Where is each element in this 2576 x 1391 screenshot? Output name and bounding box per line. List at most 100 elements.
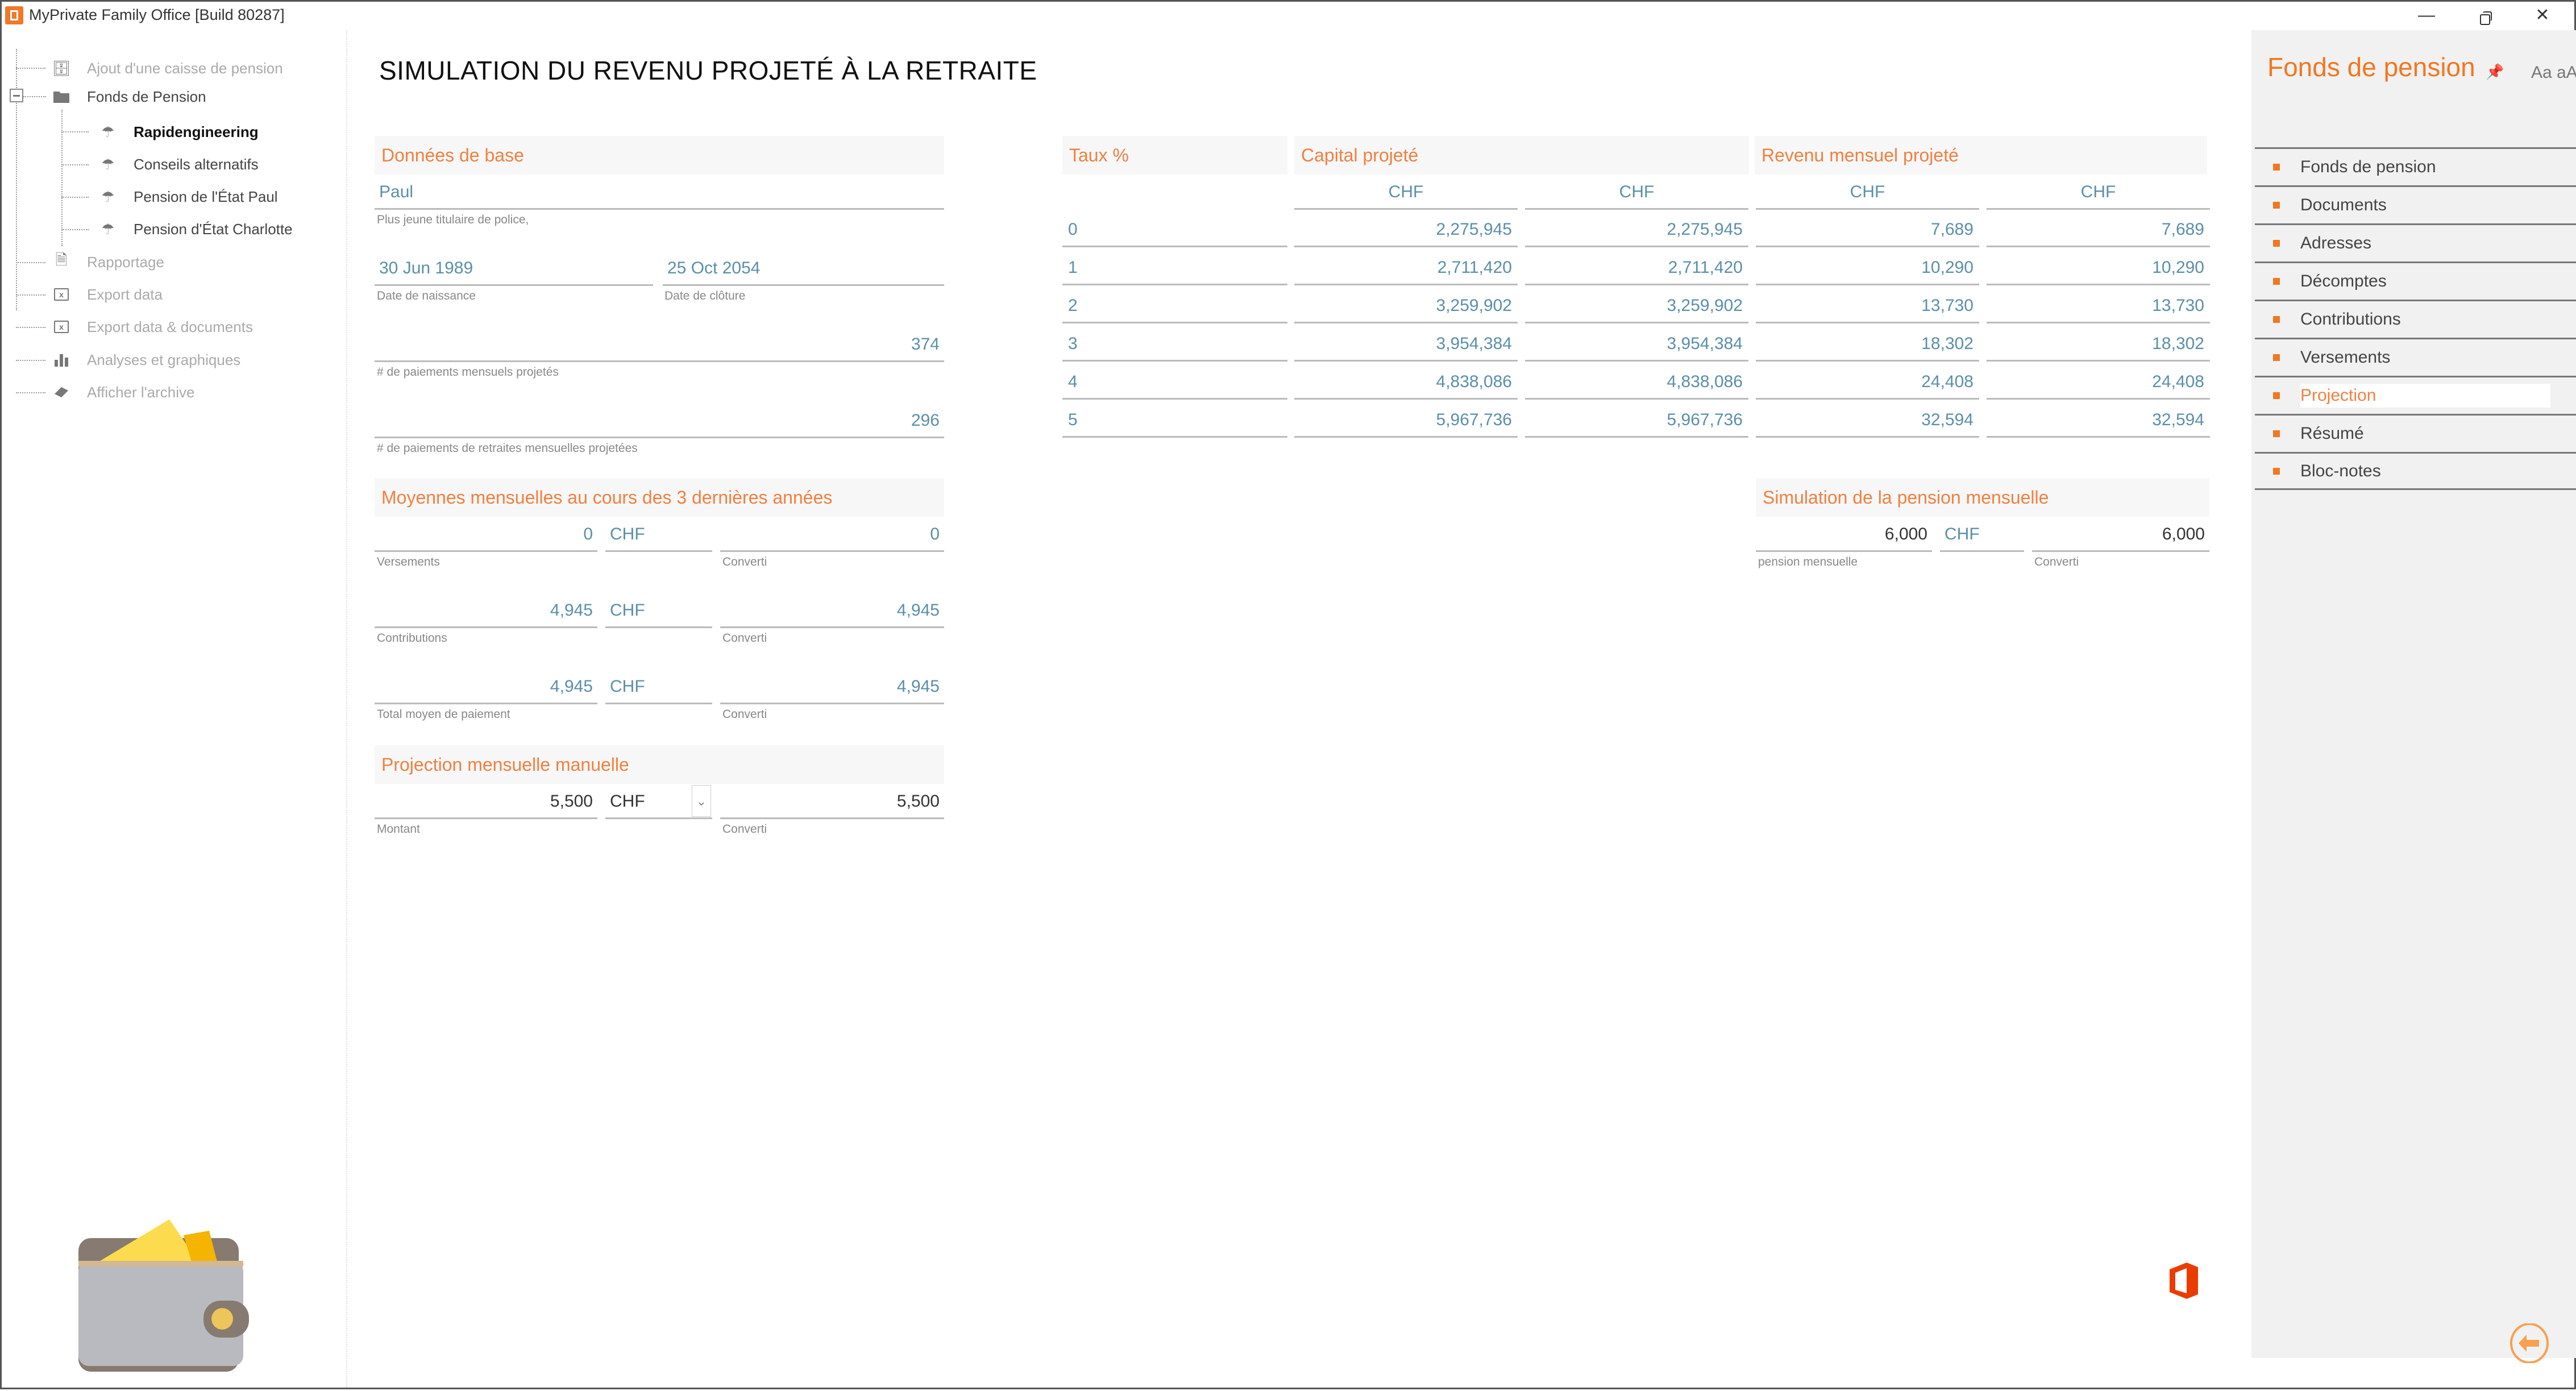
- nav-item-label: Pension de l'État Paul: [134, 188, 278, 205]
- excel-icon: x: [53, 286, 70, 303]
- nav-item-pension-etat-charlotte[interactable]: ☂ Pension d'État Charlotte: [99, 215, 293, 243]
- restore-icon: [2480, 11, 2492, 25]
- menu-item-bloc-notes[interactable]: Bloc-notes: [2255, 452, 2576, 490]
- nav-item-rapportage[interactable]: 🗎 Rapportage: [53, 248, 164, 276]
- menu-item-label: Adresses: [2300, 234, 2372, 252]
- capital-converted-cell: 2,275,945: [1525, 212, 1748, 247]
- currency-dropdown-button[interactable]: ⌄: [692, 785, 711, 817]
- main-content: SIMULATION DU REVENU PROJETÉ À LA RETRAI…: [347, 30, 2246, 1388]
- currency-header: CHF: [1987, 175, 2210, 210]
- office-icon[interactable]: [2167, 1261, 2201, 1300]
- capital-cell: 2,275,945: [1294, 212, 1518, 247]
- bullet-icon: [2273, 354, 2280, 361]
- birth-date-label: Date de naissance: [377, 289, 476, 302]
- capital-cell: 3,259,902: [1294, 288, 1518, 323]
- income-converted-cell: 10,290: [1987, 250, 2210, 285]
- capital-converted-cell: 3,259,902: [1525, 288, 1748, 323]
- projected-payments-label: # de paiements mensuels projetés: [377, 366, 559, 379]
- capital-cell: 2,711,420: [1294, 250, 1518, 285]
- menu-item-adresses[interactable]: Adresses: [2255, 223, 2576, 261]
- income-cell: 7,689: [1756, 212, 1979, 247]
- rate-cell: 1: [1062, 250, 1287, 285]
- tree-connector: [61, 131, 89, 132]
- menu-item-projection[interactable]: Projection: [2255, 376, 2576, 414]
- pension-monthly-label: pension mensuelle: [1758, 555, 1858, 568]
- close-button[interactable]: ✕: [2525, 4, 2560, 27]
- collapse-toggle[interactable]: [10, 89, 23, 102]
- section-heading-averages: Moyennes mensuelles au cours des 3 derni…: [375, 478, 944, 517]
- right-panel: Fonds de pension 📌 Aa aA Fonds de pensio…: [2251, 30, 2576, 1358]
- converted-label: Converti: [722, 708, 767, 721]
- holder-label: Plus jeune titulaire de police,: [377, 213, 529, 226]
- menu-item-versements[interactable]: Versements: [2255, 338, 2576, 376]
- income-cell: 24,408: [1756, 364, 1979, 400]
- nav-item-pension-funds[interactable]: Fonds de Pension: [53, 82, 206, 111]
- minimize-button[interactable]: —: [2409, 4, 2444, 27]
- manual-converted-value: 5,500: [720, 784, 944, 819]
- excel-icon: x: [53, 318, 70, 335]
- menu-item-label: Contributions: [2300, 310, 2401, 329]
- nav-item-rapidengineering[interactable]: ☂ Rapidengineering: [99, 118, 258, 146]
- closing-date-field[interactable]: 25 Oct 2054: [663, 251, 944, 286]
- total-average-value: 4,945: [375, 669, 597, 704]
- bullet-icon: [2273, 430, 2280, 437]
- capital-converted-cell: 3,954,384: [1525, 326, 1748, 362]
- pension-currency: CHF: [1940, 517, 2024, 552]
- income-cell: 32,594: [1756, 402, 1979, 438]
- font-size-toggle[interactable]: Aa aA: [2531, 63, 2576, 82]
- menu-item-d-comptes[interactable]: Décomptes: [2255, 261, 2576, 300]
- birth-date-field[interactable]: 30 Jun 1989: [375, 251, 653, 286]
- nav-item-pension-etat-paul[interactable]: ☂ Pension de l'État Paul: [99, 182, 278, 211]
- menu-item-label: Documents: [2300, 196, 2387, 214]
- section-heading-pension-simulation: Simulation de la pension mensuelle: [1756, 478, 2209, 517]
- income-converted-cell: 13,730: [1987, 288, 2210, 323]
- manual-amount-input[interactable]: 5,500: [375, 784, 597, 819]
- converted-label: Converti: [2034, 555, 2079, 568]
- nav-item-label: Pension d'État Charlotte: [134, 220, 293, 238]
- menu-item-fonds-de-pension[interactable]: Fonds de pension: [2255, 147, 2576, 185]
- manual-amount-label: Montant: [377, 823, 420, 836]
- menu-item-label: Fonds de pension: [2300, 157, 2436, 176]
- close-icon: ✕: [2535, 6, 2550, 24]
- converted-label: Converti: [722, 823, 767, 836]
- restore-button[interactable]: [2469, 4, 2503, 27]
- section-heading-base-data: Données de base: [375, 136, 944, 175]
- umbrella-icon: ☂: [101, 220, 115, 238]
- capital-cell: 4,838,086: [1294, 364, 1518, 400]
- pension-monthly-input[interactable]: 6,000: [1756, 517, 1932, 552]
- menu-item-documents[interactable]: Documents: [2255, 185, 2576, 223]
- nav-item-export-data-documents[interactable]: x Export data & documents: [53, 313, 253, 341]
- nav-item-export-data[interactable]: x Export data: [53, 280, 163, 309]
- menu-item-label: Résumé: [2300, 424, 2364, 443]
- nav-item-conseils-alternatifs[interactable]: ☂ Conseils alternatifs: [99, 150, 258, 178]
- nav-item-add-pension[interactable]: 🗄 Ajout d'une caisse de pension: [52, 54, 283, 82]
- contributions-currency: CHF: [605, 593, 712, 628]
- nav-item-analyses[interactable]: Analyses et graphiques: [53, 346, 240, 374]
- converted-label: Converti: [722, 555, 767, 568]
- window-title: MyPrivate Family Office [Build 80287]: [29, 6, 285, 23]
- archive-book-icon: [53, 384, 70, 401]
- page-title: SIMULATION DU REVENU PROJETÉ À LA RETRAI…: [379, 56, 1037, 85]
- bullet-icon: [2273, 467, 2280, 475]
- pin-icon[interactable]: 📌: [2486, 63, 2504, 81]
- tree-connector: [61, 229, 89, 230]
- bullet-icon: [2273, 316, 2280, 323]
- column-header-capital: Capital projeté: [1294, 136, 1749, 175]
- menu-item-contributions[interactable]: Contributions: [2255, 300, 2576, 338]
- projected-payments-field[interactable]: 374: [375, 327, 944, 362]
- app-logo-icon: [5, 6, 23, 24]
- tree-connector: [61, 110, 63, 246]
- retirement-payments-field[interactable]: 296: [375, 403, 944, 438]
- contributions-label: Contributions: [377, 632, 447, 645]
- navigation-tree: 🗄 Ajout d'une caisse de pension Fonds de…: [2, 30, 347, 1388]
- total-average-label: Total moyen de paiement: [377, 708, 510, 721]
- column-header-income: Revenu mensuel projeté: [1755, 136, 2207, 175]
- rate-cell: 2: [1062, 288, 1287, 323]
- holder-field[interactable]: Paul: [375, 175, 944, 210]
- total-average-converted: 4,945: [720, 669, 944, 704]
- menu-item-r-sum-[interactable]: Résumé: [2255, 414, 2576, 452]
- tree-connector: [61, 164, 89, 165]
- back-button[interactable]: [2509, 1323, 2549, 1363]
- bullet-icon: [2273, 164, 2280, 171]
- nav-item-archive[interactable]: Afficher l'archive: [53, 378, 194, 406]
